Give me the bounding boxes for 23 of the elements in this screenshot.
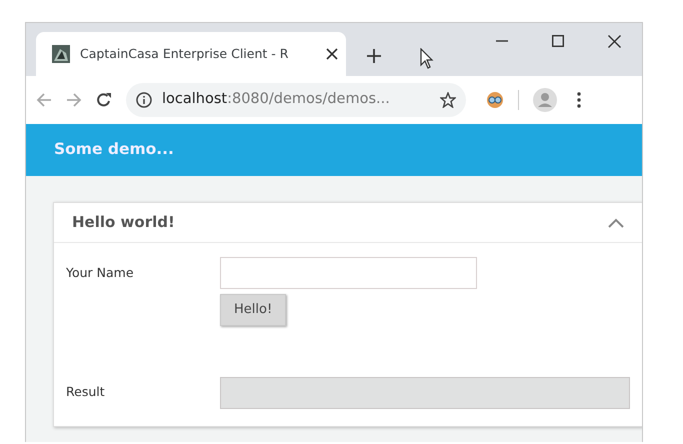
profile-icon[interactable] <box>533 88 557 112</box>
browser-tab[interactable]: CaptainCasa Enterprise Client - R <box>36 32 346 76</box>
forward-icon[interactable] <box>66 92 82 108</box>
text-field[interactable] <box>220 257 477 289</box>
info-icon <box>136 92 152 108</box>
url-text: localhost:8080/demos/demos... <box>162 90 391 110</box>
close-tab-icon[interactable] <box>326 48 338 60</box>
field-label: Your Name <box>66 264 135 282</box>
menu-icon[interactable] <box>577 92 581 108</box>
field-label: Result <box>66 383 106 402</box>
page-title: Some demo... <box>54 139 174 160</box>
star-icon[interactable] <box>440 92 456 108</box>
panel-title: Hello world! <box>72 212 175 234</box>
extension-icon[interactable] <box>486 91 504 109</box>
favicon-icon <box>52 45 70 63</box>
back-icon[interactable] <box>36 92 52 108</box>
mouse-cursor-icon <box>420 48 434 70</box>
hello-button[interactable]: Hello! <box>220 294 286 326</box>
tab-title: CaptainCasa Enterprise Client - R <box>80 44 290 63</box>
address-bar[interactable]: localhost:8080/demos/demos... <box>126 83 466 117</box>
collapse-icon[interactable] <box>608 218 624 228</box>
new-tab-icon[interactable] <box>366 48 382 64</box>
reload-icon[interactable] <box>96 92 112 108</box>
